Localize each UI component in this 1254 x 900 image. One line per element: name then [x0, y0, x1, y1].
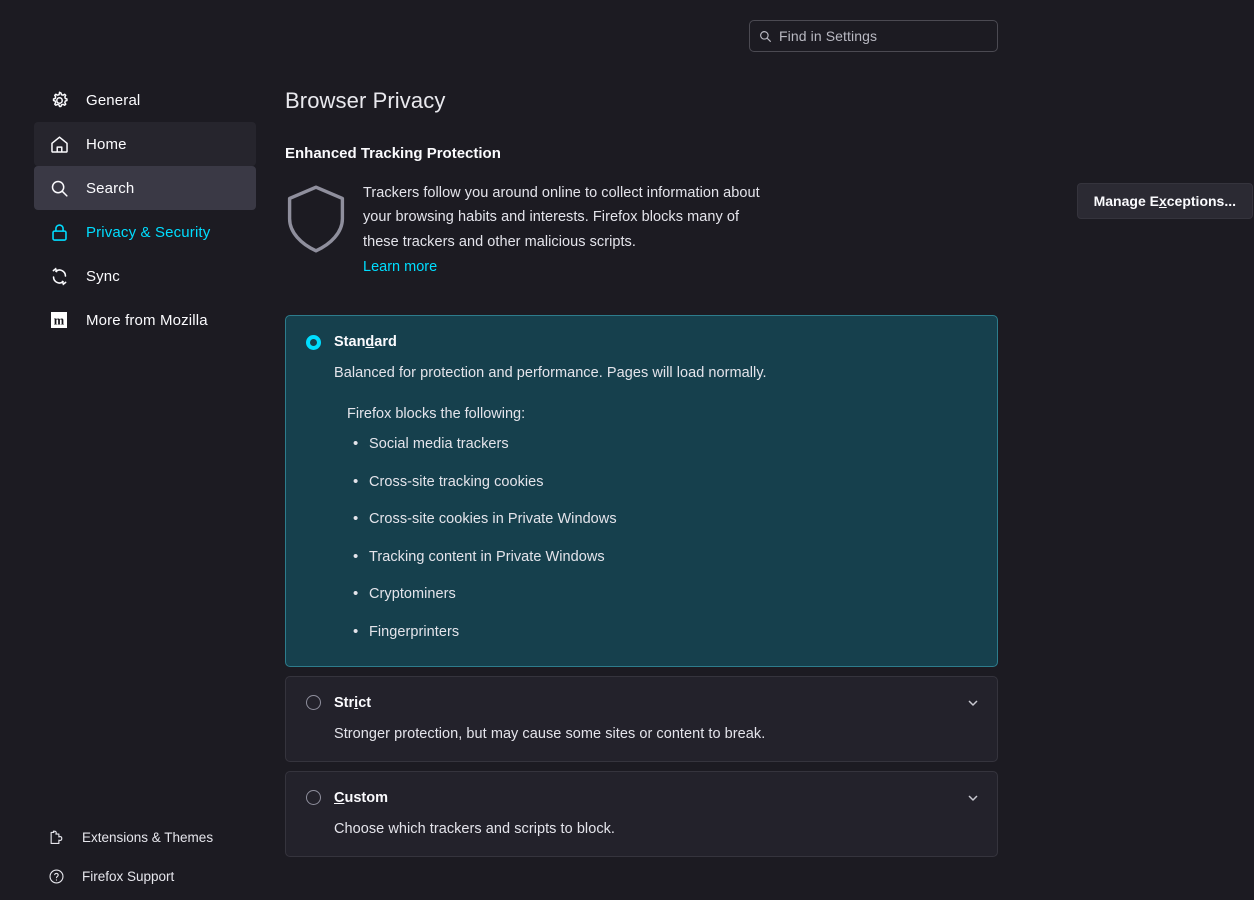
option-panel-custom[interactable]: Custom Choose which trackers and scripts…	[285, 770, 998, 857]
sync-icon	[48, 265, 70, 287]
option-label-suffix: ct	[358, 694, 372, 711]
radio-strict[interactable]	[306, 695, 321, 710]
shield-icon	[285, 180, 363, 260]
sidebar-link-label: Firefox Support	[82, 869, 175, 884]
option-label-prefix: Str	[334, 694, 355, 711]
list-item: Tracking content in Private Windows	[350, 548, 977, 565]
option-description-standard: Balanced for protection and performance.…	[334, 365, 767, 381]
sidebar-link-firefox-support[interactable]: Firefox Support	[40, 857, 270, 896]
option-description-strict: Stronger protection, but may cause some …	[334, 725, 766, 742]
search-icon	[48, 177, 70, 199]
etp-description-block: Trackers follow you around online to col…	[285, 180, 1253, 276]
sidebar-item-more-from-mozilla[interactable]: m More from Mozilla	[34, 298, 256, 342]
option-label-prefix: Stan	[334, 334, 366, 350]
list-item: Social media trackers	[350, 435, 977, 452]
learn-more-link[interactable]: Learn more	[363, 259, 437, 275]
blocked-items-list: Social media trackers Cross-site trackin…	[350, 435, 977, 640]
etp-text: Trackers follow you around online to col…	[363, 180, 773, 276]
sidebar-item-label: Privacy & Security	[86, 223, 211, 241]
manage-exceptions-suffix: ceptions...	[1166, 193, 1236, 209]
option-label-accesskey: d	[365, 334, 375, 350]
chevron-down-icon[interactable]	[966, 696, 980, 710]
lock-icon	[48, 221, 70, 243]
sidebar: General Home Search Privacy & Security S…	[0, 0, 280, 900]
option-label-custom: Custom	[334, 790, 388, 806]
etp-description: Trackers follow you around online to col…	[363, 185, 760, 250]
blocks-heading: Firefox blocks the following:	[347, 406, 526, 422]
list-item: Fingerprinters	[350, 623, 977, 640]
manage-exceptions-prefix: Manage E	[1093, 193, 1159, 209]
main-content: Browser Privacy Enhanced Tracking Protec…	[284, 0, 1254, 900]
section-title-enhanced-tracking-protection: Enhanced Tracking Protection	[285, 145, 501, 162]
puzzle-piece-icon	[46, 828, 66, 848]
sidebar-item-home[interactable]: Home	[34, 122, 256, 166]
radio-custom[interactable]	[306, 790, 321, 805]
manage-exceptions-cell: Manage Exceptions...	[773, 180, 1253, 219]
list-item: Cross-site cookies in Private Windows	[350, 510, 977, 527]
home-icon	[48, 133, 70, 155]
option-label-strict: Strict	[334, 695, 371, 711]
option-panel-strict[interactable]: Strict Stronger protection, but may caus…	[285, 675, 998, 762]
list-item: Cryptominers	[350, 585, 977, 602]
question-circle-icon	[46, 867, 66, 887]
svg-text:m: m	[54, 314, 65, 328]
sidebar-item-privacy-security[interactable]: Privacy & Security	[34, 210, 256, 254]
radio-standard[interactable]	[306, 334, 321, 350]
sidebar-item-label: Home	[86, 135, 127, 153]
sidebar-link-label: Extensions & Themes	[82, 830, 214, 845]
mozilla-m-icon: m	[48, 309, 70, 331]
list-item: Cross-site tracking cookies	[350, 473, 977, 490]
page-title: Browser Privacy	[285, 88, 446, 113]
sidebar-item-general[interactable]: General	[34, 78, 256, 122]
option-label-standard: Standard	[334, 334, 397, 350]
sidebar-bottom-links: Extensions & Themes Firefox Support	[40, 818, 270, 896]
option-label-suffix: ard	[374, 334, 397, 350]
tracking-protection-options: Standard Balanced for protection and per…	[285, 315, 998, 866]
option-header-standard: Standard	[306, 334, 977, 350]
sidebar-link-extensions-themes[interactable]: Extensions & Themes	[40, 818, 270, 857]
sidebar-item-label: General	[86, 91, 141, 109]
manage-exceptions-button[interactable]: Manage Exceptions...	[1076, 183, 1253, 219]
option-header-custom: Custom	[306, 790, 977, 806]
sidebar-item-sync[interactable]: Sync	[34, 254, 256, 298]
sidebar-item-search[interactable]: Search	[34, 166, 256, 210]
gear-icon	[48, 89, 70, 111]
manage-exceptions-accesskey: x	[1158, 193, 1167, 209]
sidebar-item-label: Search	[86, 179, 135, 197]
option-header-strict: Strict	[306, 695, 977, 711]
settings-window: Find in Settings General Home Search Pri…	[0, 0, 1254, 900]
sidebar-nav-list: General Home Search Privacy & Security S…	[34, 78, 256, 342]
option-label-suffix: ustom	[344, 789, 388, 806]
sidebar-item-label: Sync	[86, 267, 120, 285]
chevron-down-icon[interactable]	[966, 791, 980, 805]
option-description-custom: Choose which trackers and scripts to blo…	[334, 820, 615, 837]
sidebar-item-label: More from Mozilla	[86, 311, 208, 329]
option-label-accesskey: C	[334, 789, 345, 806]
option-panel-standard[interactable]: Standard Balanced for protection and per…	[285, 315, 998, 667]
